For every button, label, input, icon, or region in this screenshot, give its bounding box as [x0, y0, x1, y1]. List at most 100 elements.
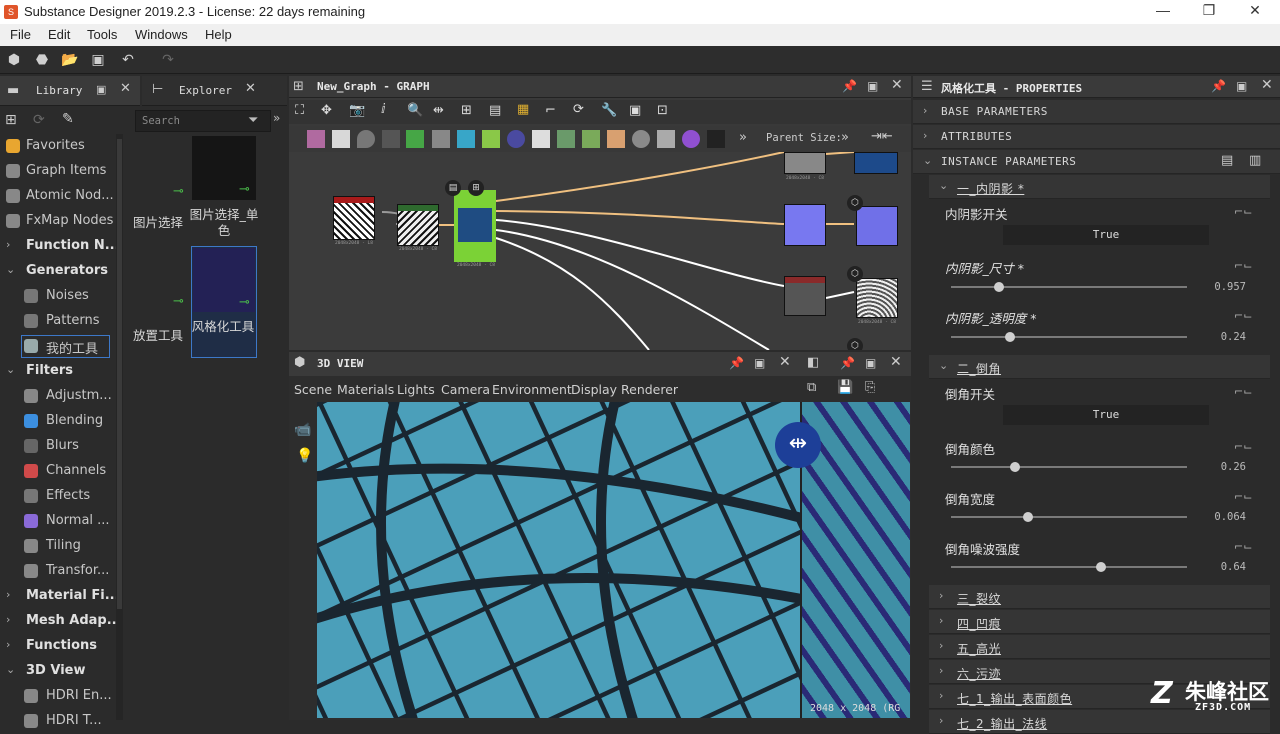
library-tree-item[interactable]: › Material Fi... [0, 584, 116, 609]
slider-knob[interactable] [993, 282, 1004, 292]
float-icon[interactable]: ▣ [96, 83, 106, 96]
section-base-parameters[interactable]: › BASE PARAMETERS [913, 100, 1280, 124]
library-edit-icon[interactable]: ✎ [62, 111, 74, 127]
menu-file[interactable]: File [10, 27, 31, 42]
levels-node-icon[interactable] [432, 130, 450, 148]
library-tree-item[interactable]: Blending [0, 409, 116, 434]
menu-tools[interactable]: Tools [87, 27, 117, 42]
crop-icon[interactable]: ⊡ [657, 103, 668, 118]
chevron-right-icon[interactable]: › [6, 238, 10, 251]
library-tree-scrollbar[interactable] [116, 134, 123, 720]
reset-param-icon[interactable]: ⌐⌙ [1234, 259, 1252, 272]
graph-node-stylize-tool[interactable] [454, 190, 496, 262]
library-tree-item[interactable]: HDRI En... [0, 684, 116, 709]
menu-edit[interactable]: Edit [48, 27, 70, 42]
slider-knob[interactable] [1023, 512, 1034, 522]
pin-icon[interactable]: 📌 [729, 356, 744, 370]
bevel-color-slider[interactable] [951, 462, 1187, 472]
graph-output-normal[interactable] [856, 206, 898, 246]
align-icon[interactable]: ⇹ [433, 103, 444, 118]
library-tree-item[interactable]: Normal ... [0, 509, 116, 534]
graph-output-basecolor[interactable] [854, 152, 898, 174]
param-value[interactable]: 0.24 [1221, 331, 1246, 343]
slider-knob[interactable] [1005, 332, 1016, 342]
close-library-icon[interactable]: ✕ [120, 81, 131, 96]
menu-environment[interactable]: Environment [492, 382, 572, 397]
undo-icon[interactable]: ↶ [119, 51, 137, 69]
fxmap-node-icon[interactable] [557, 130, 575, 148]
graph-node-roughness[interactable] [784, 276, 826, 316]
frame-icon[interactable]: ▦ [517, 102, 529, 117]
section-instance-parameters[interactable]: ⌄ INSTANCE PARAMETERS ▤ ▥ [913, 150, 1280, 174]
curve-node-icon[interactable] [406, 130, 424, 148]
library-tree-item[interactable]: Effects [0, 484, 116, 509]
library-tree-item[interactable]: Tiling [0, 534, 116, 559]
close-view-icon[interactable]: ✕ [779, 354, 791, 370]
pin-icon[interactable]: 📌 [1211, 79, 1226, 93]
expand-icon[interactable]: » [273, 111, 280, 125]
parent-size-more-icon[interactable]: » [841, 130, 849, 145]
chevron-right-icon[interactable]: › [6, 588, 10, 601]
reset-param-icon[interactable]: ⌐⌙ [1234, 540, 1252, 553]
chevron-down-icon[interactable]: ⌄ [6, 363, 15, 376]
scrollbar-thumb[interactable] [117, 139, 122, 609]
layout-icon[interactable]: ⊞ [461, 103, 472, 118]
graph-node-bitmap[interactable] [333, 196, 375, 240]
library-item-placement-tool[interactable]: ⊸ 放置工具 [123, 247, 189, 357]
transform-node-icon[interactable] [457, 130, 475, 148]
group-bevel[interactable]: ⌄ 二_倒角 [929, 355, 1270, 379]
chevron-down-icon[interactable]: ⌄ [6, 663, 15, 676]
more-nodes-icon[interactable]: » [739, 130, 747, 145]
chevron-down-icon[interactable]: ⌄ [6, 263, 15, 276]
node-output-icon[interactable]: ⊞ [468, 180, 484, 196]
bevel-noise-slider[interactable] [951, 562, 1187, 572]
frame-all-icon[interactable]: ⛶ [295, 103, 304, 118]
reset-param-icon[interactable]: ⌐⌙ [1234, 205, 1252, 218]
graph-node-normal[interactable] [784, 204, 826, 246]
chevron-right-icon[interactable]: › [6, 613, 10, 626]
svg-node-icon[interactable] [332, 130, 350, 148]
float-view-icon[interactable]: ▣ [754, 356, 765, 370]
library-tree-item[interactable]: › Mesh Adap... [0, 609, 116, 634]
library-tree-item[interactable]: 我的工具 [20, 334, 111, 359]
graph-node-output-1[interactable] [784, 152, 826, 174]
library-tree-item[interactable]: HDRI T... [0, 709, 116, 734]
inner-shadow-size-slider[interactable] [951, 282, 1187, 292]
library-search-input[interactable]: Search ⏷ [135, 110, 271, 132]
pixel-processor-icon[interactable] [582, 130, 600, 148]
library-tree-item[interactable]: Blurs [0, 434, 116, 459]
gradient-node-icon[interactable] [482, 130, 500, 148]
menu-materials[interactable]: Materials [337, 382, 394, 397]
param-value[interactable]: 0.064 [1214, 511, 1246, 523]
dither-node-icon[interactable] [707, 130, 725, 148]
float-graph-icon[interactable]: ▣ [867, 79, 878, 93]
menu-renderer[interactable]: Renderer [621, 382, 678, 397]
connect-icon[interactable]: ⌐ [545, 103, 556, 118]
close-properties-icon[interactable]: ✕ [1261, 77, 1273, 93]
graph-node-levels[interactable] [397, 204, 439, 246]
comment-icon[interactable]: ▤ [489, 103, 501, 118]
2d-fit-icon[interactable]: ⧉ [807, 380, 816, 395]
3d-viewport[interactable]: ⇹ 2048 x 2048 (RG [317, 402, 910, 718]
new-package-icon[interactable]: ⬢ [5, 51, 23, 69]
library-tree-item[interactable]: Adjustm... [0, 384, 116, 409]
filter-icon[interactable]: ⏷ [248, 113, 258, 128]
library-add-icon[interactable]: ⊞ [5, 112, 17, 128]
pin-2d-icon[interactable]: 📌 [840, 356, 855, 370]
export-icon[interactable]: ▣ [629, 103, 641, 118]
bevel-width-slider[interactable] [951, 512, 1187, 522]
close-explorer-icon[interactable]: ✕ [245, 81, 256, 96]
menu-camera[interactable]: Camera [441, 382, 490, 397]
library-refresh-icon[interactable]: ⟳ [33, 112, 45, 128]
histogram-node-icon[interactable] [657, 130, 675, 148]
library-tree-item[interactable]: ⌄ Filters [0, 359, 116, 384]
search-icon[interactable]: 🔍 [407, 103, 423, 118]
library-item-stylize-tool[interactable]: ⊸ 风格化工具 [191, 246, 257, 358]
preset-icon[interactable]: ▤ [1221, 153, 1233, 168]
blend-node-icon[interactable] [382, 130, 400, 148]
library-tree-item[interactable]: › Function N... [0, 234, 116, 259]
menu-windows[interactable]: Windows [135, 27, 188, 42]
explorer-tab[interactable]: ⊢ Explorer ✕ [142, 76, 287, 106]
close-graph-icon[interactable]: ✕ [891, 77, 903, 93]
library-tree-item[interactable]: Patterns [0, 309, 116, 334]
